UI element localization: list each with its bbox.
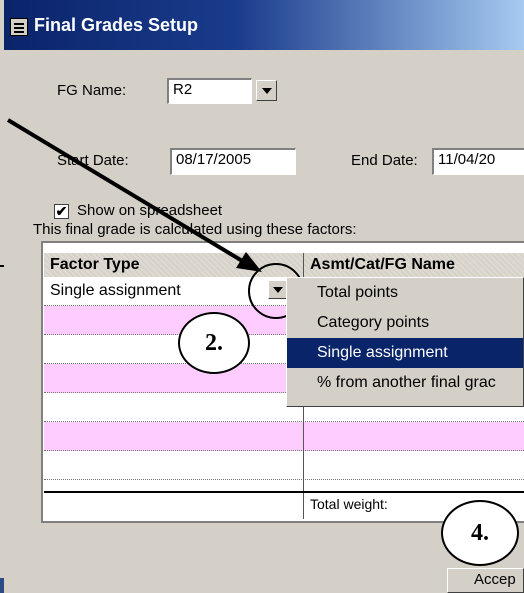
step-4-callout: 4. <box>441 500 519 566</box>
step-2-callout: 2. <box>178 312 250 374</box>
accept-button[interactable]: Accep <box>447 568 524 593</box>
pointer-arrow <box>6 118 262 272</box>
